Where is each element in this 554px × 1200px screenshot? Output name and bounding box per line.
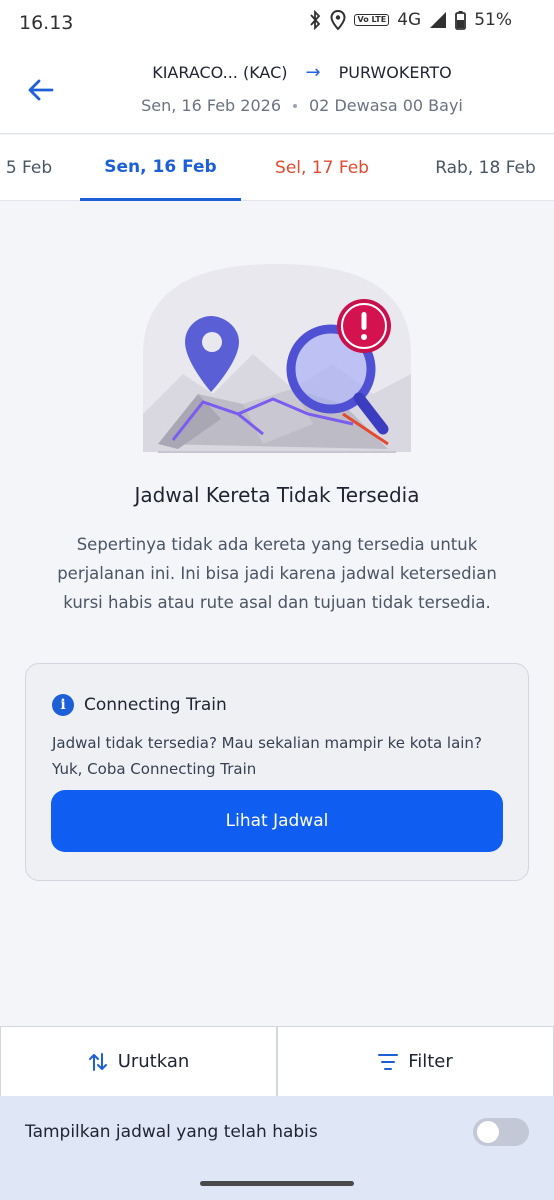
passenger-count: 02 Dewasa 00 Bayi xyxy=(309,96,463,115)
status-time: 16.13 xyxy=(19,12,74,34)
filter-button[interactable]: Filter xyxy=(277,1027,554,1096)
route: KIARACO... (KAC) → PURWOKERTO xyxy=(0,62,554,83)
status-bar: 16.13 Vo LTE 4G 51% xyxy=(0,0,554,48)
filter-label: Filter xyxy=(408,1051,453,1072)
show-sold-out-row: Tampilkan jadwal yang telah habis xyxy=(0,1096,554,1168)
sort-label: Urutkan xyxy=(117,1051,190,1072)
info-icon: i xyxy=(52,694,74,716)
empty-state-title: Jadwal Kereta Tidak Tersedia xyxy=(134,483,420,507)
empty-state-description: Sepertinya tidak ada kereta yang tersedi… xyxy=(57,535,497,612)
sort-filter-bar: Urutkan Filter xyxy=(0,1026,554,1096)
show-sold-out-toggle[interactable] xyxy=(473,1118,529,1146)
card-description: Jadwal tidak tersedia? Mau sekalian mamp… xyxy=(52,734,482,778)
sort-button[interactable]: Urutkan xyxy=(0,1027,277,1096)
trip-date: Sen, 16 Feb 2026 xyxy=(141,96,281,115)
signal-icon xyxy=(429,11,447,29)
connecting-train-card: i Connecting Train Jadwal tidak tersedia… xyxy=(25,663,529,881)
date-tabs: 5 Feb Sen, 16 Feb Sel, 17 Feb Rab, 18 Fe… xyxy=(0,135,554,201)
sort-icon xyxy=(88,1052,107,1071)
no-schedule-illustration xyxy=(143,264,411,464)
battery-icon xyxy=(455,10,467,30)
volte-icon: Vo LTE xyxy=(354,14,390,26)
date-tab-15-feb[interactable]: 5 Feb xyxy=(0,135,64,201)
network-type: 4G xyxy=(397,10,422,30)
card-title: Connecting Train xyxy=(84,695,227,715)
card-header: i Connecting Train xyxy=(52,694,227,716)
date-tab-18-feb[interactable]: Rab, 18 Feb xyxy=(403,135,554,201)
toggle-knob xyxy=(477,1121,499,1143)
arrow-right-icon: → xyxy=(305,62,321,83)
navigation-gesture-bar xyxy=(0,1168,554,1200)
bluetooth-icon xyxy=(308,10,322,30)
destination-station: PURWOKERTO xyxy=(338,63,452,82)
battery-percent: 51% xyxy=(474,10,512,30)
status-icons: Vo LTE 4G 51% xyxy=(308,10,512,30)
view-schedule-button[interactable]: Lihat Jadwal xyxy=(51,790,503,852)
filter-icon xyxy=(378,1053,399,1070)
date-tab-17-feb[interactable]: Sel, 17 Feb xyxy=(241,135,403,201)
trip-header: KIARACO... (KAC) → PURWOKERTO Sen, 16 Fe… xyxy=(0,48,554,134)
origin-station: KIARACO... (KAC) xyxy=(152,63,288,82)
separator-dot xyxy=(293,103,297,108)
show-sold-out-label: Tampilkan jadwal yang telah habis xyxy=(25,1122,318,1142)
trip-info: Sen, 16 Feb 2026 02 Dewasa 00 Bayi xyxy=(0,96,554,115)
date-tab-16-feb[interactable]: Sen, 16 Feb xyxy=(80,135,241,201)
gesture-handle[interactable] xyxy=(200,1181,354,1186)
location-icon xyxy=(330,10,346,30)
